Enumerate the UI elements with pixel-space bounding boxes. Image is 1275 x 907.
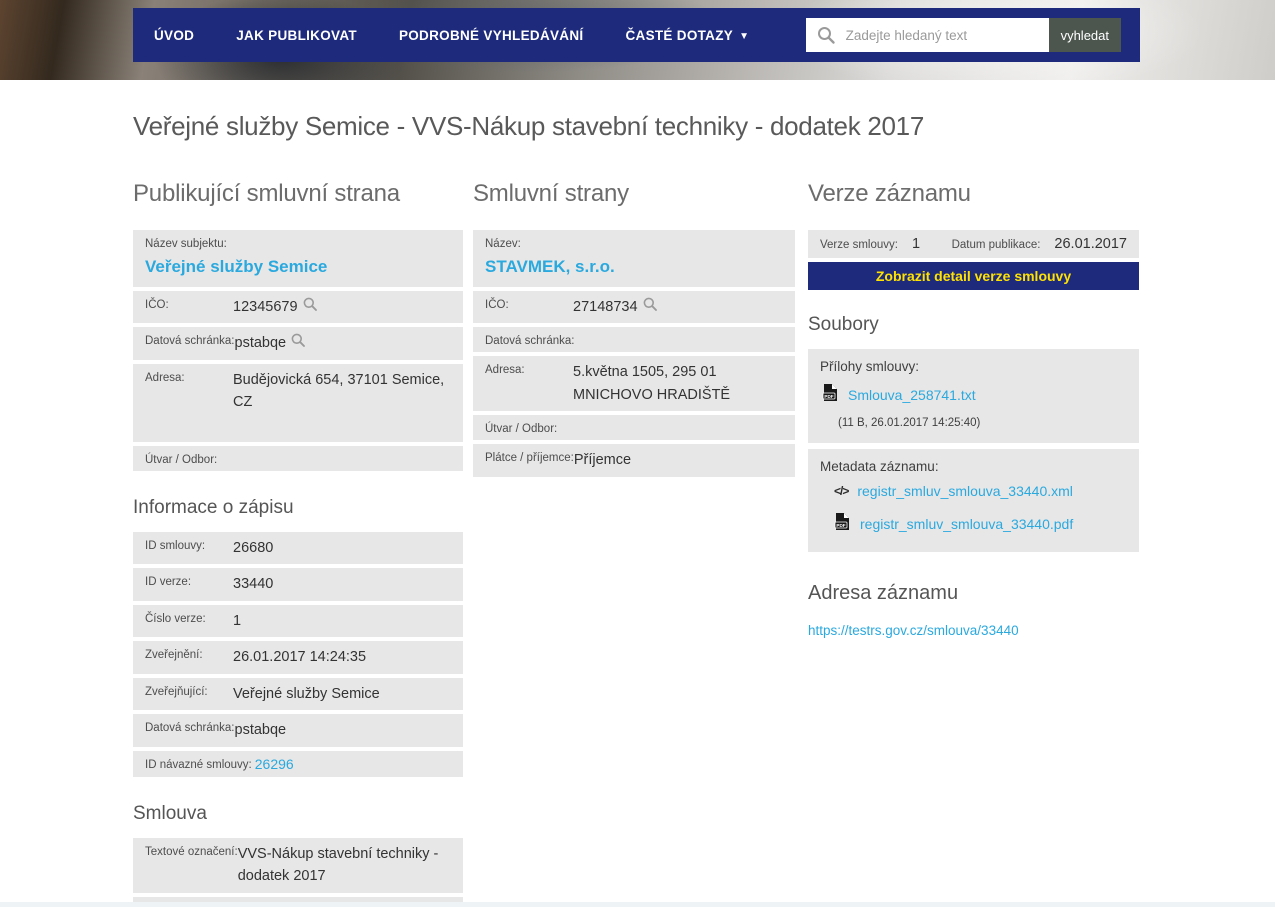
field-label: ID smlouvy:	[145, 539, 206, 552]
section-heading-registration: Informace o zápisu	[133, 496, 294, 518]
show-version-detail-button[interactable]: Zobrazit detail verze smlouvy	[808, 262, 1139, 290]
field-label: Útvar / Odbor:	[485, 423, 558, 436]
field-row-ico: IČO: 12345679	[133, 291, 463, 324]
field-row-party-utvar: Útvar / Odbor:	[473, 415, 795, 441]
lookup-search-icon[interactable]	[642, 296, 658, 317]
attachments-block: Přílohy smlouvy: PDF Smlouva_258741.txt …	[808, 349, 1139, 443]
field-value: pstabqe	[234, 335, 287, 352]
field-row-datova-schranka: Datová schránka: pstabqe	[133, 327, 463, 360]
search-icon	[816, 25, 836, 50]
field-row-party-ico: IČO: 27148734	[473, 291, 795, 324]
publisher-name-block: Název subjektu: Veřejné služby Semice	[133, 230, 463, 287]
field-row-party-adresa: Adresa: 5.května 1505, 295 01 MNICHOVO H…	[473, 356, 795, 412]
section-heading-publisher: Publikující smluvní strana	[133, 180, 400, 207]
field-label: Datum publikace:	[951, 239, 1041, 251]
page-title: Veřejné služby Semice - VVS-Nákup staveb…	[133, 111, 924, 141]
field-row-platce-prijemce: Plátce / příjemce: Příjemce	[473, 444, 795, 477]
nav-item-jak-publikovat[interactable]: JAK PUBLIKOVAT	[215, 28, 378, 43]
field-value: 26.01.2017 14:24:35	[233, 649, 367, 666]
version-summary-row: Verze smlouvy: 1 Datum publikace: 26.01.…	[808, 230, 1139, 258]
search-input[interactable]	[805, 18, 1049, 52]
field-label: ID návazné smlouvy:	[145, 758, 252, 771]
field-row-utvar-odbor: Útvar / Odbor:	[133, 445, 463, 471]
party-name-block: Název: STAVMEK, s.r.o.	[473, 230, 795, 287]
attachments-label: Přílohy smlouvy:	[820, 359, 920, 374]
field-value: pstabqe	[234, 722, 287, 739]
nav-item-label: ČASTÉ DOTAZY	[625, 27, 734, 43]
field-row-cislo-verze: Číslo verze: 1	[133, 604, 463, 638]
field-row-party-datova-schranka: Datová schránka:	[473, 327, 795, 353]
field-label: Zveřejnění:	[145, 649, 203, 662]
field-value: Budějovická 654, 37101 Semice, CZ	[233, 371, 445, 411]
metadata-label: Metadata záznamu:	[820, 459, 939, 474]
field-label: ID verze:	[145, 576, 192, 589]
field-value: 5.května 1505, 295 01 MNICHOVO HRADIŠTĚ	[573, 364, 731, 403]
field-label: Adresa:	[485, 364, 525, 377]
field-value: VVS-Nákup stavební techniky - dodatek 20…	[237, 845, 439, 885]
field-value: 26.01.2017	[1054, 236, 1127, 252]
field-value: 26680	[233, 539, 274, 556]
field-label: Zveřejňující:	[145, 685, 208, 698]
field-label: Číslo verze:	[145, 612, 206, 625]
field-value: Veřejné služby Semice	[233, 685, 380, 702]
record-address-link[interactable]: https://testrs.gov.cz/smlouva/33440	[808, 623, 1019, 638]
field-row-adresa: Adresa: Budějovická 654, 37101 Semice, C…	[133, 363, 463, 442]
field-row-id-smlouvy: ID smlouvy: 26680	[133, 531, 463, 565]
party-name-link[interactable]: STAVMEK, s.r.o.	[485, 257, 615, 276]
section-heading-record-address: Adresa záznamu	[808, 582, 959, 604]
field-label: Plátce / příjemce:	[485, 452, 574, 465]
field-row-id-navazne-smlouvy: ID návazné smlouvy: 26296	[133, 750, 463, 777]
section-heading-parties: Smluvní strany	[473, 180, 629, 207]
pdf-file-icon: PDF	[834, 512, 851, 536]
field-value: 33440	[233, 576, 274, 593]
metadata-xml-link[interactable]: registr_smluv_smlouva_33440.xml	[857, 483, 1073, 499]
svg-text:PDF: PDF	[836, 523, 845, 528]
field-label: Verze smlouvy:	[820, 239, 898, 251]
field-value: 12345679	[233, 299, 298, 315]
main-navbar: ÚVOD JAK PUBLIKOVAT PODROBNÉ VYHLEDÁVÁNÍ…	[133, 8, 1140, 62]
field-label: Datová schránka:	[485, 335, 575, 348]
field-label: Název subjektu:	[145, 238, 227, 250]
lookup-search-icon[interactable]	[302, 296, 318, 317]
field-label: Útvar / Odbor:	[145, 453, 218, 466]
svg-text:PDF: PDF	[824, 394, 833, 399]
field-value: Příjemce	[573, 452, 632, 469]
pdf-file-icon: PDF	[822, 383, 839, 407]
metadata-block: Metadata záznamu: </> registr_smluv_smlo…	[808, 449, 1139, 552]
field-label: Datová schránka:	[145, 722, 235, 735]
lookup-search-icon[interactable]	[290, 332, 306, 353]
field-row-zverejnujici: Zveřejňující: Veřejné služby Semice	[133, 677, 463, 711]
related-contract-link[interactable]: 26296	[255, 756, 294, 772]
field-label: Název:	[485, 238, 521, 250]
field-label: Datová schránka:	[145, 335, 235, 348]
header-photo-banner: ÚVOD JAK PUBLIKOVAT PODROBNÉ VYHLEDÁVÁNÍ…	[0, 0, 1275, 80]
field-label: Adresa:	[145, 371, 185, 384]
section-heading-version: Verze záznamu	[808, 180, 971, 207]
field-row-id-verze: ID verze: 33440	[133, 568, 463, 601]
xml-file-icon: </>	[834, 484, 849, 498]
field-label: IČO:	[485, 299, 509, 311]
field-row-textove-oznaceni: Textové označení: VVS-Nákup stavební tec…	[133, 837, 463, 893]
chevron-down-icon: ▼	[739, 30, 750, 42]
section-heading-contract: Smlouva	[133, 802, 207, 824]
nav-item-caste-dotazy[interactable]: ČASTÉ DOTAZY ▼	[604, 28, 770, 43]
section-heading-files: Soubory	[808, 314, 879, 335]
attachment-file-link[interactable]: Smlouva_258741.txt	[848, 387, 976, 403]
publisher-name-link[interactable]: Veřejné služby Semice	[145, 257, 327, 276]
search-submit-button[interactable]: vyhledat	[1048, 18, 1121, 52]
field-label: IČO:	[145, 299, 169, 311]
field-value: 1	[233, 612, 242, 629]
nav-item-podrobne-vyhledavani[interactable]: PODROBNÉ VYHLEDÁVÁNÍ	[378, 28, 605, 43]
field-row-datova-schranka-zapis: Datová schránka: pstabqe	[133, 714, 463, 747]
page-bottom-edge	[0, 902, 1275, 907]
field-row-zverejneni: Zveřejnění: 26.01.2017 14:24:35	[133, 641, 463, 674]
field-value: 27148734	[573, 299, 638, 315]
attachment-file-meta: (11 B, 26.01.2017 14:25:40)	[838, 417, 981, 429]
field-value: 1	[911, 236, 921, 252]
metadata-pdf-link[interactable]: registr_smluv_smlouva_33440.pdf	[860, 516, 1073, 532]
field-label: Textové označení:	[145, 845, 238, 858]
nav-item-uvod[interactable]: ÚVOD	[133, 28, 215, 43]
